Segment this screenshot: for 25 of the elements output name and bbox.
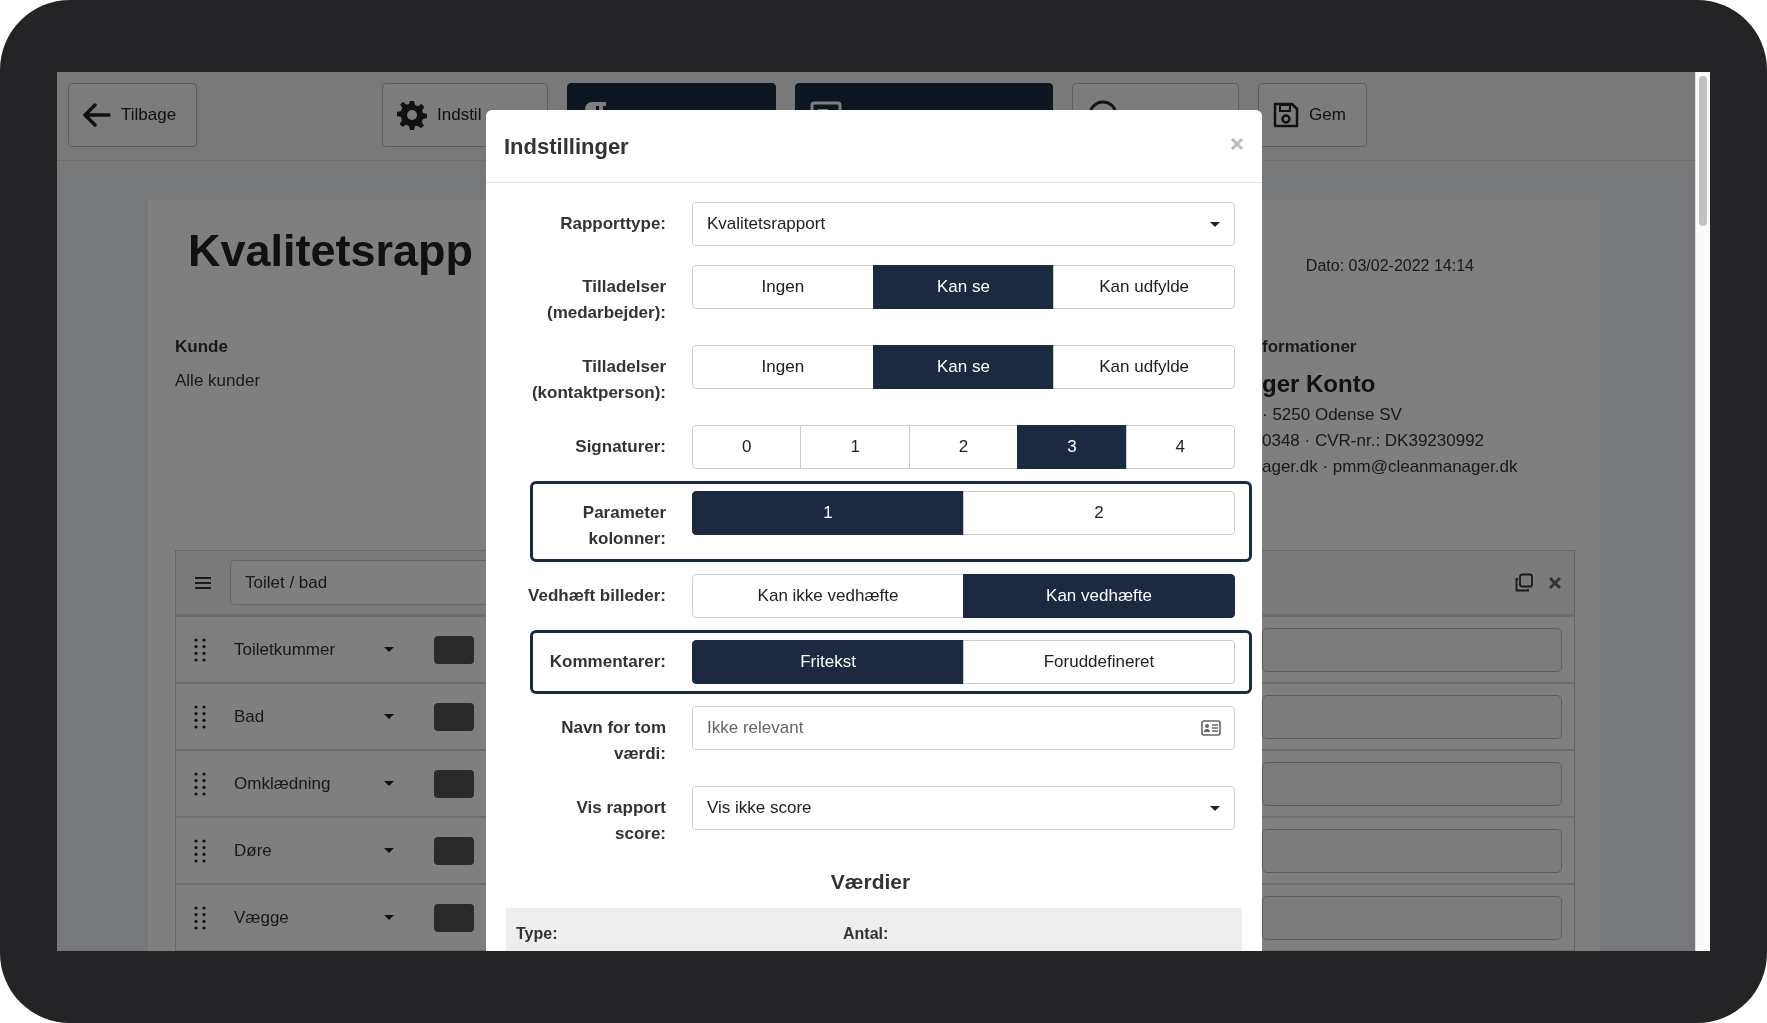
customer-label: Kunde	[175, 336, 229, 358]
field-label: Kommentarer:	[548, 651, 666, 673]
section-heading: Værdier	[829, 869, 912, 895]
column-header: Antal:	[843, 923, 890, 944]
column-header: Type:	[516, 923, 559, 944]
info-heading: formationer	[1262, 336, 1358, 358]
field-label: Tilladelser (medarbejder):	[545, 276, 666, 324]
company-info: 0348 · CVR-nr.: DK39230992	[1262, 429, 1486, 452]
field-label: Signaturer:	[574, 436, 666, 458]
field-label: Tilladelser (kontaktperson):	[530, 356, 666, 404]
field-label: Vis rapport score:	[575, 797, 666, 845]
company-info: ager.dk · pmm@cleanmanager.dk	[1262, 455, 1519, 478]
field-label: Parameter kolonner:	[581, 502, 666, 550]
item-name: Toiletkummer	[234, 638, 337, 661]
field-label: Rapporttype:	[559, 213, 666, 235]
item-name: Omklædning	[234, 772, 332, 795]
item-name: Bad	[234, 705, 266, 728]
report-title: Kvalitetsrapp	[188, 224, 474, 278]
field-label: Navn for tom værdi:	[560, 717, 666, 765]
company-name: ger Konto	[1262, 368, 1377, 399]
company-info: · 5250 Odense SV	[1262, 403, 1403, 426]
report-date: Dato: 03/02-2022 14:14	[1305, 256, 1474, 276]
customer-value: Alle kunder	[175, 369, 261, 392]
item-name: Døre	[234, 839, 273, 862]
item-name: Vægge	[234, 906, 290, 929]
